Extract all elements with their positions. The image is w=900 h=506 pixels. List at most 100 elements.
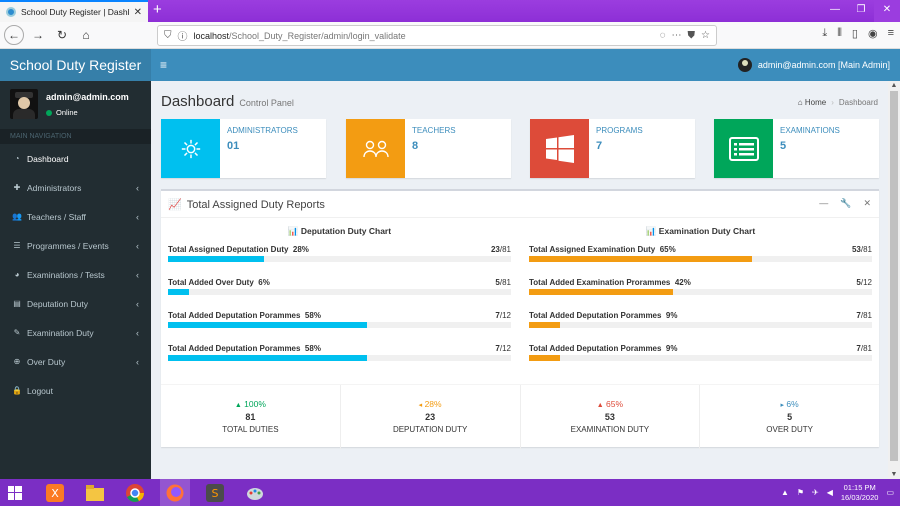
chevron-left-icon: ‹ (136, 240, 139, 251)
paint-icon[interactable] (240, 479, 270, 506)
xampp-icon[interactable]: X (40, 479, 70, 506)
wrench-icon[interactable]: 🔧 (840, 198, 851, 209)
progress-bar (529, 289, 872, 295)
sidebar-item-examinations-tests[interactable]: ◕ Examinations / Tests ‹ (0, 260, 151, 289)
svg-text:X: X (51, 487, 59, 500)
breadcrumb-home[interactable]: ⌂ Home (798, 98, 826, 107)
sidebar-item-label: Administrators (27, 182, 82, 193)
windows-start-icon[interactable] (0, 479, 30, 506)
sidebar-item-over-duty[interactable]: ⊕ Over Duty ‹ (0, 347, 151, 376)
forward-icon[interactable]: → (28, 25, 48, 45)
download-icon[interactable]: ⤓ (822, 27, 827, 40)
user-menu[interactable]: admin@admin.com [Main Admin] (737, 49, 890, 81)
sidebar-item-label: Examinations / Tests (27, 269, 105, 280)
info-icon[interactable]: ⓘ (178, 28, 188, 43)
sidebar-item-programmes-events[interactable]: ☰ Programmes / Events ‹ (0, 231, 151, 260)
user-panel: admin@admin.com Online (0, 81, 151, 129)
progress-group: Total Added Deputation Porammes 58% 7/12 (168, 344, 511, 377)
tab-title: School Duty Register | Dashboa (21, 7, 129, 17)
new-tab-button[interactable]: + (153, 2, 162, 18)
sidebar-item-administrators[interactable]: ✚ Administrators ‹ (0, 173, 151, 202)
avatar (737, 58, 752, 72)
sidebar: admin@admin.com Online MAIN NAVIGATION ◔… (0, 81, 151, 479)
volume-icon[interactable]: ◀ (827, 488, 833, 497)
maximize-icon[interactable]: ❐ (848, 0, 874, 22)
caret-icon: ◂ (418, 402, 423, 409)
close-tab-icon[interactable]: ✕ (134, 7, 142, 18)
dashboard-icon: ◔ (14, 154, 20, 163)
flag-icon[interactable]: ⚑ (797, 488, 804, 497)
favicon-icon (6, 7, 16, 17)
summary-percentage: ▲ 65% (596, 399, 624, 409)
chrome-icon[interactable] (120, 479, 150, 506)
sidebar-item-label: Over Duty (27, 356, 66, 367)
notification-icon[interactable]: ▭ (886, 488, 894, 497)
sidebar-item-deputation-duty[interactable]: ▤ Deputation Duty ‹ (0, 289, 151, 318)
sidebar-user-name: admin@admin.com (46, 92, 129, 102)
summary-label: OVER DUTY (766, 425, 813, 434)
progress-bar-fill (168, 289, 189, 295)
summary-percentage: ▸ 6% (780, 399, 799, 409)
progress-label: Total Added Deputation Porammes 58% (168, 311, 321, 320)
minimize-icon[interactable]: — (822, 0, 848, 22)
sidebar-item-logout[interactable]: 🔒 Logout (0, 376, 151, 405)
chevron-left-icon: ‹ (136, 327, 139, 338)
sidebar-item-examination-duty[interactable]: ✎ Examination Duty ‹ (0, 318, 151, 347)
home-icon[interactable]: ⌂ (76, 25, 96, 45)
sublime-text-icon[interactable]: S (200, 479, 230, 506)
tray-chevron-icon[interactable]: ▲ (781, 488, 789, 497)
bar-chart-icon: 📊 (645, 226, 657, 236)
progress-label: Total Assigned Deputation Duty 28% (168, 245, 309, 254)
url-bar[interactable]: ⛉ ⓘ localhost/School_Duty_Register/admin… (157, 25, 717, 46)
progress-bar-fill (529, 355, 560, 361)
sidebar-item-label: Teachers / Staff (27, 211, 86, 222)
progress-group: Total Added Deputation Porammes 58% 7/12 (168, 311, 511, 344)
clock[interactable]: 01:15 PM 16/03/2020 (841, 483, 879, 503)
progress-bar-fill (529, 256, 752, 262)
app-header: ≡ admin@admin.com [Main Admin] (151, 49, 900, 81)
page-title: Dashboard (161, 93, 235, 110)
account-icon[interactable]: ◉ (868, 27, 878, 40)
info-box-programs: PROGRAMS 7 (530, 119, 695, 178)
sidebar-item-teachers-staff[interactable]: 👥 Teachers / Staff ‹ (0, 202, 151, 231)
app-logo[interactable]: School Duty Register (0, 49, 151, 81)
info-box-label: ADMINISTRATORS (227, 126, 298, 135)
file-explorer-icon[interactable] (80, 479, 110, 506)
sidebar-item-dashboard[interactable]: ◔ Dashboard (0, 144, 151, 173)
scrollbar-thumb[interactable] (890, 91, 898, 461)
avatar (10, 89, 38, 119)
windows-taskbar: X S ▲ ⚑ ✈ ◀ 01:15 PM 16/03/2020 ▭ (0, 479, 900, 506)
page-scrollbar[interactable]: ▲ ▼ (888, 81, 900, 479)
close-icon[interactable]: ✕ (863, 198, 871, 209)
summary-over-duty: ▸ 6% 5 OVER DUTY (700, 385, 879, 449)
users-icon: 👥 (12, 212, 22, 221)
browser-tab[interactable]: School Duty Register | Dashboa ✕ (0, 0, 148, 22)
collapse-icon[interactable]: — (819, 198, 828, 209)
progress-bar-fill (168, 256, 265, 262)
progress-bar (168, 355, 511, 361)
progress-label: Total Added Deputation Porammes 9% (529, 344, 678, 353)
lightbulb-icon[interactable]: ◌ (660, 30, 666, 41)
library-icon[interactable]: ⫴ (837, 27, 842, 40)
more-icon[interactable]: ⋯ (672, 30, 682, 41)
progress-bar-fill (168, 322, 367, 328)
browser-toolbar-right: ⤓ ⫴ ▯ ◉ ≡ (822, 27, 894, 40)
progress-count: 5/12 (856, 278, 872, 287)
bar-chart-icon: 📊 (287, 226, 299, 236)
progress-bar-fill (529, 289, 674, 295)
sidebar-toggle-icon[interactable]: ▯ (852, 27, 858, 40)
sidebar-toggle-icon[interactable]: ≡ (160, 58, 167, 72)
firefox-icon[interactable] (160, 479, 190, 506)
plus-circle-icon: ⊕ (13, 357, 21, 366)
back-icon[interactable]: ← (4, 25, 24, 45)
info-box-label: PROGRAMS (596, 126, 643, 135)
info-box-label: TEACHERS (412, 126, 456, 135)
airplane-icon[interactable]: ✈ (812, 488, 819, 497)
close-window-icon[interactable]: ✕ (874, 0, 900, 22)
reload-icon[interactable]: ↻ (52, 25, 72, 45)
sidebar-menu: ◔ Dashboard ✚ Administrators ‹ 👥 Teachers / St… (0, 144, 151, 405)
deputation-chart-title: 📊 Deputation Duty Chart (287, 226, 392, 236)
bookmark-star-icon[interactable]: ☆ (701, 30, 710, 41)
hamburger-menu-icon[interactable]: ≡ (888, 27, 894, 40)
pocket-icon[interactable]: ⛊ (688, 30, 696, 41)
